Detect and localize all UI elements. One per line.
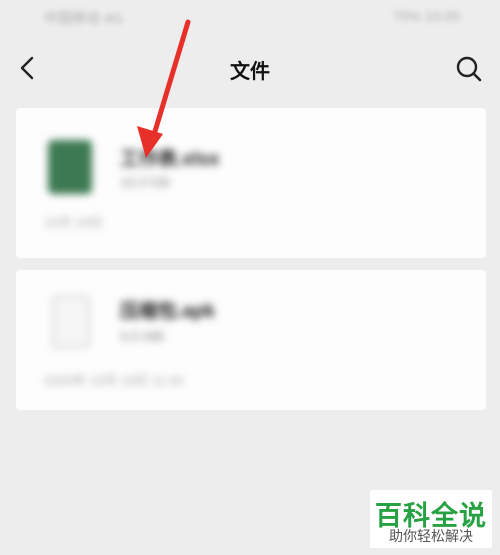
battery-time-text: 70% 10:00: [393, 8, 460, 24]
page-title: 文件: [230, 61, 270, 83]
file-time: 2020年 10月 19日 11:34: [44, 373, 184, 388]
nav-bar: 文件: [0, 40, 500, 96]
file-time: 10月 19日: [44, 215, 103, 230]
status-bar: 中国移动 4G 70% 10:00: [0, 0, 500, 36]
watermark-logo: 百科全说 助你轻松解决: [370, 490, 492, 548]
file-name: 工作表.xlsx: [120, 149, 220, 170]
file-size: 10.0 KB: [120, 174, 170, 190]
search-button[interactable]: [452, 52, 486, 86]
search-icon: [456, 56, 482, 82]
file-size: 9.5 MB: [120, 328, 165, 344]
file-name: 压缩包.apk: [120, 301, 216, 322]
watermark-subtitle: 助你轻松解决: [389, 528, 473, 544]
excel-file-icon: [48, 140, 92, 194]
blank-file-icon: [52, 296, 90, 348]
file-item[interactable]: 压缩包.apk 9.5 MB 2020年 10月 19日 11:34: [16, 270, 486, 410]
carrier-text: 中国移动 4G: [44, 10, 123, 26]
file-item[interactable]: 工作表.xlsx 10.0 KB 10月 19日: [16, 108, 486, 258]
